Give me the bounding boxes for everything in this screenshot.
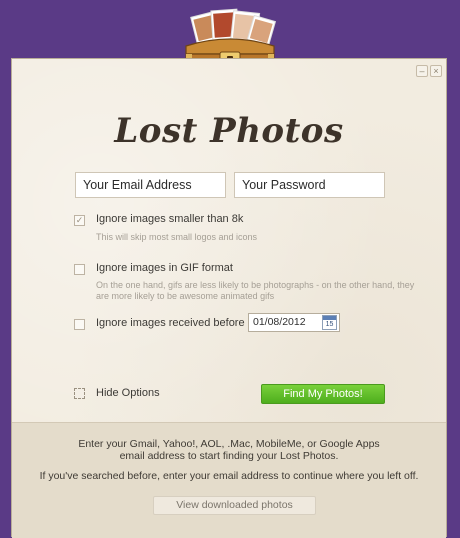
app-logo-text: Lost Photos <box>114 111 344 151</box>
ignore-gif-label: Ignore images in GIF format <box>96 262 233 274</box>
ignore-gif-help: On the one hand, gifs are less likely to… <box>96 280 415 301</box>
view-downloaded-photos-button[interactable]: View downloaded photos <box>153 496 316 515</box>
footer-line-2: email address to start finding your Lost… <box>119 450 339 462</box>
hide-options-label: Hide Options <box>96 387 160 399</box>
hide-options-icon <box>74 388 85 399</box>
ignore-small-help: This will skip most small logos and icon… <box>96 232 258 242</box>
ignore-small-checkbox[interactable]: ✓ <box>74 215 85 226</box>
email-field[interactable] <box>75 172 226 198</box>
footer-line-1: Enter your Gmail, Yahoo!, AOL, .Mac, Mob… <box>78 438 380 450</box>
footer-line-3: If you've searched before, enter your em… <box>39 470 419 482</box>
checkbox-checked-icon: ✓ <box>75 215 84 225</box>
ignore-small-label: Ignore images smaller than 8k <box>96 213 244 225</box>
password-field[interactable] <box>234 172 385 198</box>
calendar-icon[interactable]: 15 <box>322 315 337 330</box>
ignore-before-label: Ignore images received before <box>96 317 245 329</box>
ignore-before-checkbox[interactable] <box>74 319 85 330</box>
date-input[interactable]: 01/08/2012 15 <box>248 313 340 332</box>
close-icon[interactable]: × <box>430 65 442 77</box>
footer-panel: Enter your Gmail, Yahoo!, AOL, .Mac, Mob… <box>12 422 446 538</box>
main-window: – × Lost Photos ✓ Ignore images smaller … <box>11 58 447 538</box>
date-value: 01/08/2012 <box>253 316 306 328</box>
calendar-day: 15 <box>325 321 334 328</box>
find-my-photos-button[interactable]: Find My Photos! <box>261 384 385 404</box>
minimize-icon[interactable]: – <box>416 65 428 77</box>
ignore-gif-checkbox[interactable] <box>74 264 85 275</box>
